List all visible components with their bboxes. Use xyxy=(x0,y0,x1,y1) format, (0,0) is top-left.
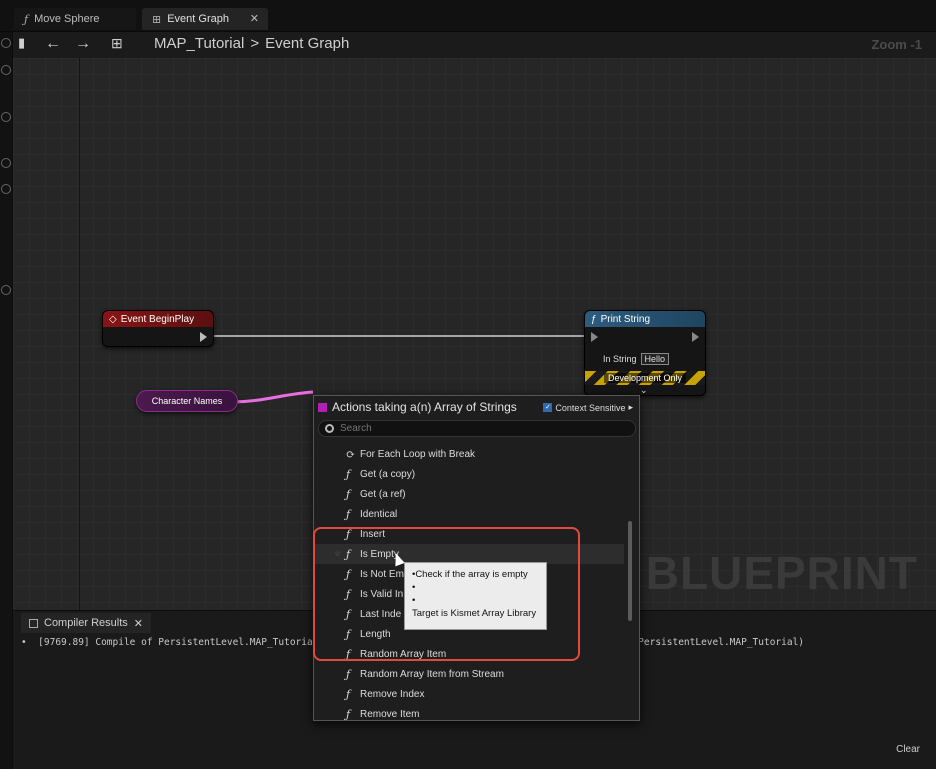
tooltip-line: •Check if the array is empty xyxy=(412,569,528,580)
forward-arrow-icon[interactable]: → xyxy=(75,35,91,53)
search-input[interactable] xyxy=(340,423,620,434)
in-string-value[interactable]: Hello xyxy=(640,353,670,365)
node-title: Event BeginPlay xyxy=(120,313,195,325)
chevron-down-icon[interactable]: ⌄ xyxy=(640,385,648,396)
tooltip-target: Target is Kismet Array Library xyxy=(412,608,537,619)
list-item[interactable]: ƒ Random Array Item from Stream xyxy=(314,664,624,684)
item-label: Get (a copy) xyxy=(360,468,416,480)
tool-icon[interactable] xyxy=(1,158,11,168)
exec-out-pin[interactable] xyxy=(692,332,699,342)
tool-icon[interactable] xyxy=(1,184,11,194)
context-sensitive-label: Context Sensitive xyxy=(555,402,626,413)
checkbox-checked-icon[interactable]: ✓ xyxy=(543,403,553,412)
character-names-node[interactable]: Character Names xyxy=(136,390,238,412)
item-label: Remove Item xyxy=(360,708,420,720)
menu-title-text: Actions taking a(n) Array of Strings xyxy=(332,400,517,414)
tool-icon[interactable] xyxy=(1,65,11,75)
function-icon: ƒ xyxy=(346,687,351,701)
list-item[interactable]: ƒ Remove Index xyxy=(314,684,624,704)
tool-icon[interactable] xyxy=(1,112,11,122)
close-icon[interactable]: ✕ xyxy=(134,617,143,630)
breadcrumb-graph: Event Graph xyxy=(265,35,350,52)
dev-only-label: Development Only xyxy=(603,373,687,383)
pin-label: In String xyxy=(603,354,637,364)
search-icon xyxy=(325,424,334,433)
bookmark-icon[interactable]: ▮ xyxy=(18,35,25,51)
back-arrow-icon[interactable]: ← xyxy=(45,35,61,53)
tab-compiler-results[interactable]: Compiler Results ✕ xyxy=(21,613,151,633)
compiler-log-line: • [9769.89] Compile of PersistentLevel.M… xyxy=(21,637,319,648)
breadcrumb-separator: > xyxy=(250,35,260,52)
exec-out-pin[interactable] xyxy=(200,332,207,342)
item-label: Get (a ref) xyxy=(360,488,406,500)
tooltip: •Check if the array is empty • • Target … xyxy=(404,562,547,630)
function-icon: ƒ xyxy=(346,667,351,681)
list-item[interactable]: ƒ Get (a copy) xyxy=(314,464,624,484)
tab-move-sphere[interactable]: ƒ Move Sphere xyxy=(14,8,136,30)
item-label: Remove Index xyxy=(360,688,425,700)
chevron-right-icon: ▸ xyxy=(628,402,633,412)
array-type-icon xyxy=(318,402,327,412)
menu-scrollbar[interactable] xyxy=(628,521,632,621)
tool-icon[interactable] xyxy=(1,38,11,48)
left-tool-strip xyxy=(0,32,13,769)
graph-icon: ⊞ xyxy=(152,12,162,26)
item-label: Identical xyxy=(360,508,398,520)
node-title: Character Names xyxy=(151,396,223,406)
print-string-node[interactable]: ƒ Print String In String Hello Developme… xyxy=(584,310,706,396)
tab-label: Move Sphere xyxy=(34,13,100,25)
list-item[interactable]: ƒ Get (a ref) xyxy=(314,484,624,504)
tab-event-graph[interactable]: ⊞ Event Graph ✕ xyxy=(142,8,268,30)
tool-icon[interactable] xyxy=(1,285,11,295)
function-icon: ƒ xyxy=(346,467,351,481)
function-icon: ƒ xyxy=(24,12,29,26)
item-label: For Each Loop with Break xyxy=(360,448,476,460)
tab-label: Compiler Results xyxy=(44,617,128,629)
function-icon: ƒ xyxy=(346,487,351,501)
compiler-log-line-tail: al:PersistentLevel.MAP_Tutorial) xyxy=(621,637,805,648)
list-item[interactable]: ƒ Identical xyxy=(314,504,624,524)
tab-label: Event Graph xyxy=(167,13,229,25)
node-title: Print String xyxy=(600,313,651,325)
context-sensitive-toggle[interactable]: ✓ Context Sensitive ▸ xyxy=(543,402,633,413)
item-label: Random Array Item from Stream xyxy=(360,668,504,680)
tab-bar: ƒ Move Sphere ⊞ Event Graph ✕ xyxy=(0,0,936,32)
development-only-banner: Development Only xyxy=(585,371,705,385)
graph-toolbar: ▮ ← → ⊞ MAP_Tutorial > Event Graph Zoom … xyxy=(13,32,936,58)
close-icon[interactable]: ✕ xyxy=(250,12,259,25)
zoom-level: Zoom -1 xyxy=(871,37,922,52)
function-icon: ƒ xyxy=(591,313,597,325)
function-icon: ƒ xyxy=(346,507,351,521)
list-item[interactable]: ƒ Remove Item xyxy=(314,704,624,721)
node-header: ƒ Print String xyxy=(585,311,705,327)
node-header: ◇ Event BeginPlay xyxy=(103,311,213,327)
search-box[interactable] xyxy=(318,420,636,437)
event-icon: ◇ xyxy=(109,313,117,325)
loop-icon: ⟳ xyxy=(346,447,356,461)
list-item[interactable]: ⟳ For Each Loop with Break xyxy=(314,444,624,464)
array-wire xyxy=(230,390,314,404)
exec-in-pin[interactable] xyxy=(591,332,598,342)
function-icon: ƒ xyxy=(346,707,351,721)
tooltip-line: • xyxy=(412,582,416,593)
clear-button[interactable]: Clear xyxy=(896,744,920,755)
panel-icon xyxy=(29,618,38,628)
event-beginplay-node[interactable]: ◇ Event BeginPlay xyxy=(102,310,214,347)
graph-icon: ⊞ xyxy=(111,35,123,51)
breadcrumb: MAP_Tutorial > Event Graph xyxy=(154,35,349,52)
menu-title: Actions taking a(n) Array of Strings xyxy=(318,400,517,414)
tooltip-line: • xyxy=(412,595,416,606)
breadcrumb-blueprint[interactable]: MAP_Tutorial xyxy=(154,35,244,52)
in-string-pin[interactable]: In String Hello xyxy=(603,353,670,365)
